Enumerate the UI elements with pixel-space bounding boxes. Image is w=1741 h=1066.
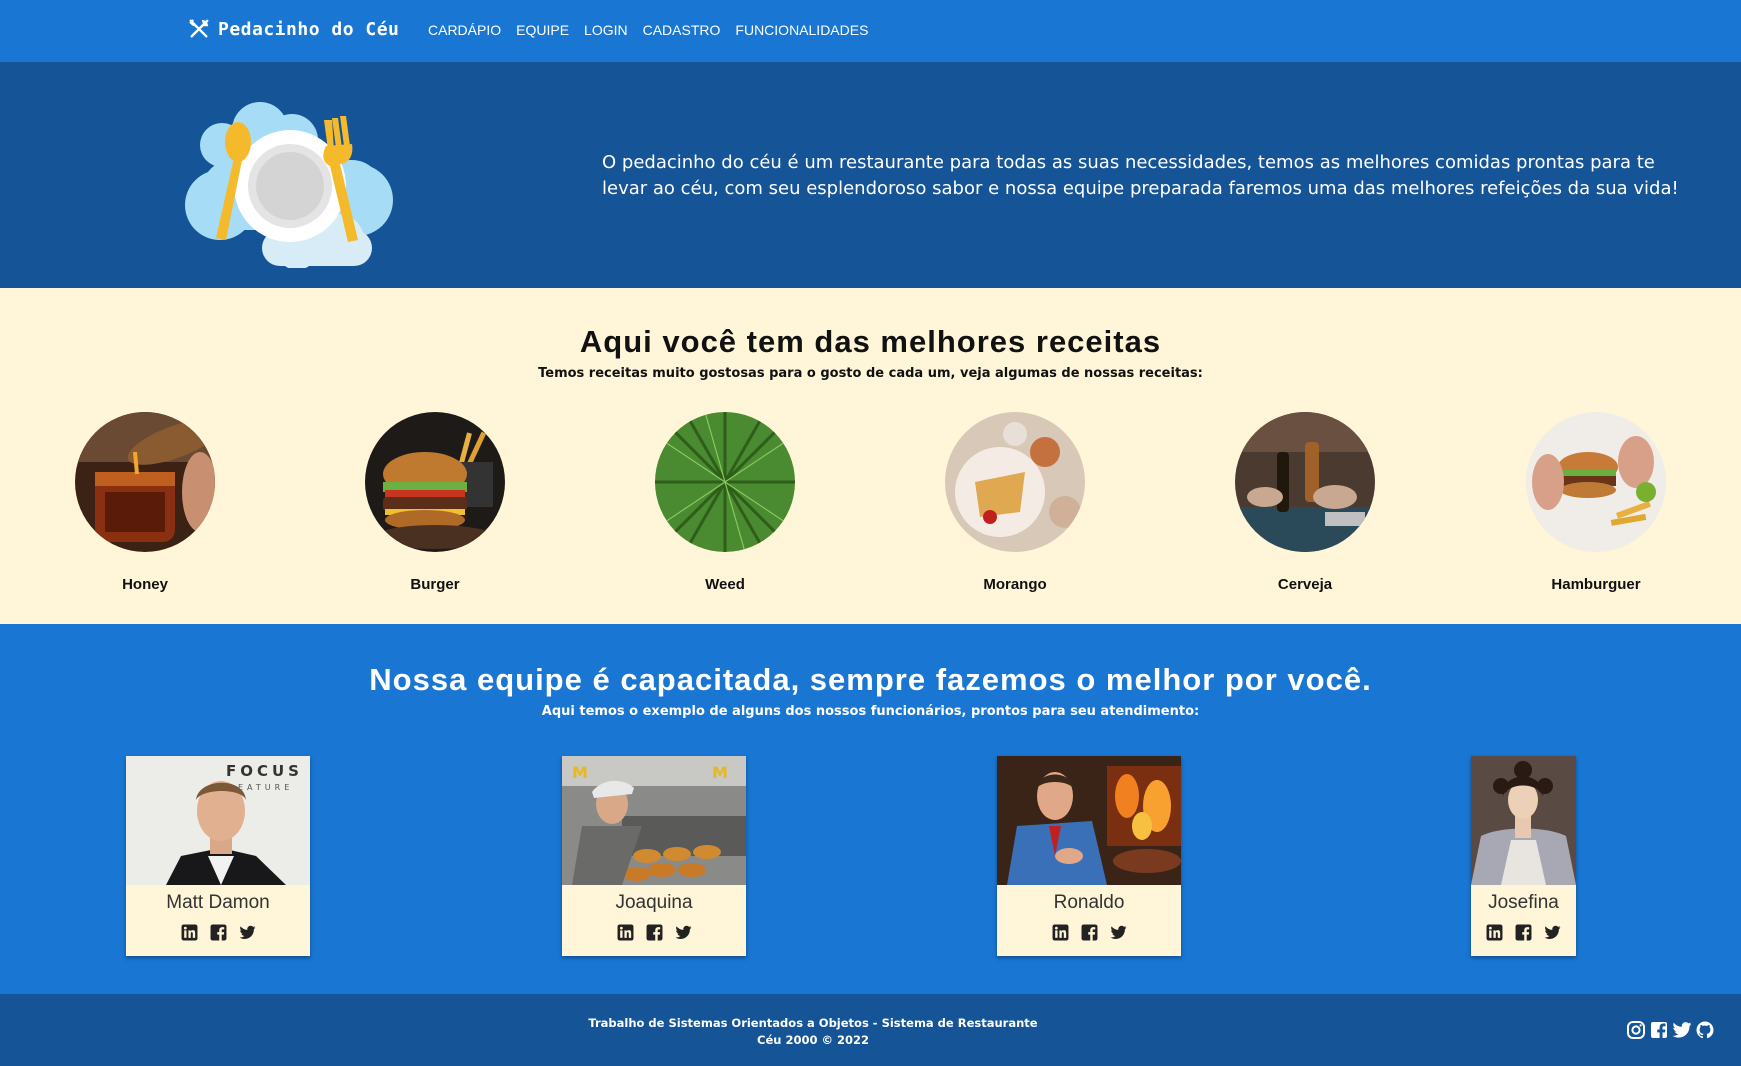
recipe-item-morango[interactable]: Morango [945, 412, 1085, 593]
recipes-section: Aqui você tem das melhores receitas Temo… [0, 288, 1741, 624]
cerveja-image [1235, 412, 1375, 552]
hero-description: O pedacinho do céu é um restaurante para… [602, 152, 1679, 199]
brand-link[interactable]: Pedacinho do Céu [188, 18, 399, 40]
utensils-icon [189, 19, 209, 38]
member-photo: FOCUS EATURE [126, 756, 310, 885]
facebook-icon[interactable] [1515, 924, 1532, 941]
morango-image [945, 412, 1085, 552]
navbar: Pedacinho do Céu CARDÁPIO EQUIPE LOGIN C… [0, 0, 1741, 62]
svg-text:M: M [712, 763, 728, 782]
team-section: Nossa equipe é capacitada, sempre fazemo… [0, 624, 1741, 994]
recipe-item-cerveja[interactable]: Cerveja [1235, 412, 1375, 593]
member-photo [997, 756, 1181, 885]
recipe-item-hamburguer[interactable]: Hamburguer [1526, 412, 1666, 593]
team-subtitle: Aqui temos o exemplo de alguns dos nosso… [541, 704, 1200, 719]
nav-link-equipe[interactable]: EQUIPE [516, 22, 569, 38]
honey-image [75, 412, 215, 552]
nav-link-cadastro[interactable]: CADASTRO [643, 22, 721, 38]
team-card-ronaldo: Ronaldo [997, 756, 1181, 956]
nav-link-login[interactable]: LOGIN [584, 22, 628, 38]
burger-image [365, 412, 505, 552]
nav-link-cardapio[interactable]: CARDÁPIO [428, 22, 501, 38]
recipe-name: Weed [705, 576, 745, 593]
svg-text:FOCUS: FOCUS [226, 762, 303, 780]
footer: Trabalho de Sistemas Orientados a Objeto… [0, 994, 1741, 1066]
linkedin-icon[interactable] [1486, 924, 1503, 941]
team-card-joaquina: M M Joaquina [562, 756, 746, 956]
twitter-icon[interactable] [675, 924, 692, 941]
nav-links: CARDÁPIO EQUIPE LOGIN CADASTRO FUNCIONAL… [428, 22, 868, 38]
facebook-icon[interactable] [1081, 924, 1098, 941]
recipe-name: Honey [122, 576, 168, 593]
linkedin-icon[interactable] [1052, 924, 1069, 941]
member-name: Joaquina [615, 892, 693, 913]
twitter-icon[interactable] [1544, 924, 1561, 941]
recipe-item-honey[interactable]: Honey [75, 412, 215, 593]
instagram-icon[interactable] [1626, 1020, 1646, 1040]
member-social-links [126, 924, 310, 941]
recipe-name: Hamburguer [1551, 576, 1641, 593]
team-card-matt-damon: FOCUS EATURE Matt Damon [126, 756, 310, 956]
recipe-item-weed[interactable]: Weed [655, 412, 795, 593]
recipe-name: Cerveja [1277, 576, 1333, 593]
recipe-item-burger[interactable]: Burger [365, 412, 505, 593]
recipe-name: Morango [983, 576, 1047, 593]
member-photo [1471, 756, 1576, 885]
team-title: Nossa equipe é capacitada, sempre fazemo… [369, 662, 1372, 697]
weed-image [655, 412, 795, 552]
team-card-josefina: Josefina [1471, 756, 1576, 956]
footer-credit: Trabalho de Sistemas Orientados a Objeto… [588, 1016, 1038, 1030]
facebook-icon[interactable] [646, 924, 663, 941]
hero-section: O pedacinho do céu é um restaurante para… [0, 62, 1741, 288]
twitter-icon[interactable] [1672, 1020, 1692, 1040]
twitter-icon[interactable] [1110, 924, 1127, 941]
hamburguer-image [1526, 412, 1666, 552]
nav-link-funcionalidades[interactable]: FUNCIONALIDADES [735, 22, 868, 38]
svg-text:M: M [572, 763, 588, 782]
logo-illustration [185, 102, 393, 268]
recipe-name: Burger [410, 576, 460, 593]
member-name: Ronaldo [1053, 892, 1125, 913]
twitter-icon[interactable] [239, 924, 256, 941]
member-social-links [1471, 924, 1576, 941]
brand-name: Pedacinho do Céu [218, 18, 400, 40]
facebook-icon[interactable] [1649, 1020, 1669, 1040]
recipes-title: Aqui você tem das melhores receitas [579, 324, 1162, 359]
member-social-links [997, 924, 1181, 941]
linkedin-icon[interactable] [617, 924, 634, 941]
member-name: Matt Damon [166, 892, 270, 913]
member-photo: M M [562, 756, 746, 885]
facebook-icon[interactable] [210, 924, 227, 941]
github-icon[interactable] [1695, 1020, 1715, 1040]
svg-text:EATURE: EATURE [238, 783, 293, 792]
recipes-subtitle: Temos receitas muito gostosas para o gos… [538, 366, 1203, 381]
linkedin-icon[interactable] [181, 924, 198, 941]
member-name: Josefina [1488, 892, 1559, 913]
footer-copyright: Céu 2000 © 2022 [757, 1033, 869, 1047]
member-social-links [562, 924, 746, 941]
footer-social-links [1626, 1020, 1715, 1040]
